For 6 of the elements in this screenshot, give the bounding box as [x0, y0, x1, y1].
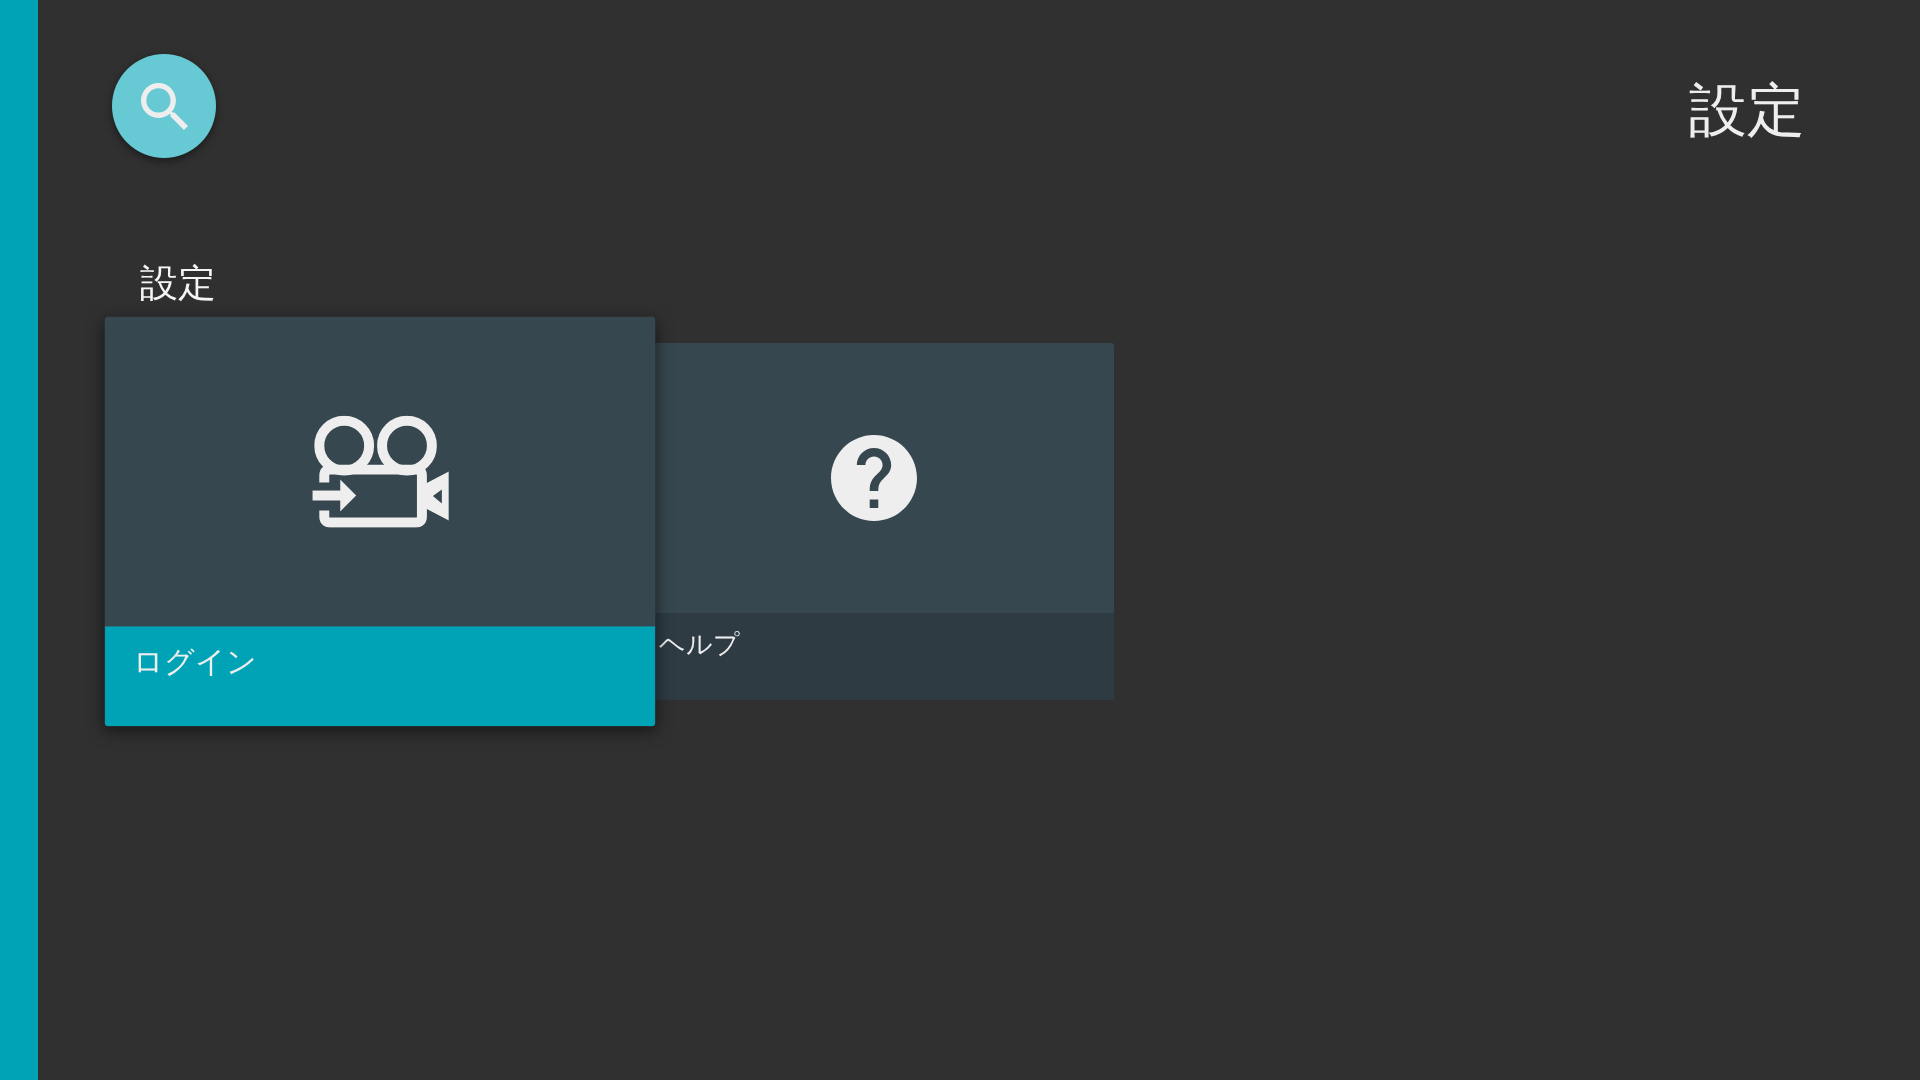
section-title: 設定 [140, 260, 216, 306]
menu-card[interactable]: ヘルプ [655, 343, 1114, 700]
search-icon [140, 82, 188, 130]
help-icon [831, 435, 917, 521]
camera-arrow-icon [311, 415, 448, 528]
page-title: 設定 [1689, 75, 1805, 145]
